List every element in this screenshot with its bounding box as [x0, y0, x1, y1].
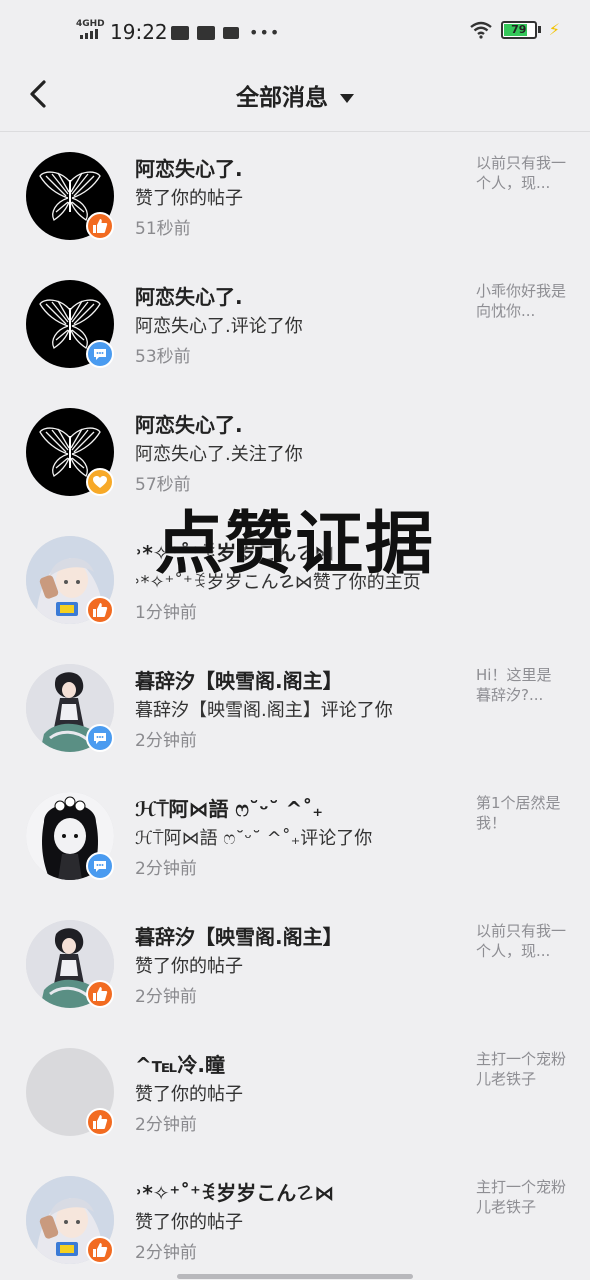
- message-filter-dropdown[interactable]: 全部消息: [0, 78, 590, 112]
- message-item[interactable]: 阿恋失心了. 阿恋失心了.评论了你 53秒前 小乖你好我是向忱你...: [0, 260, 590, 388]
- header: 全部消息: [0, 62, 590, 132]
- thumbs-up-icon: [93, 603, 108, 617]
- comment-badge: [86, 852, 114, 880]
- post-preview[interactable]: 以前只有我一个人，现...: [476, 922, 566, 961]
- thumbs-up-icon: [93, 219, 108, 233]
- heart-icon: [93, 476, 107, 488]
- sender-name[interactable]: ^℡冷.瞳: [135, 1049, 225, 1078]
- sender-name[interactable]: ˒*✧⁺˚⁺ꉂ岁岁こん☡⋈: [135, 1177, 334, 1206]
- message-item[interactable]: ℋ⍑阿⋈語 ෆ˘ᵕ˘ ^˚₊ ℋ⍑阿⋈語 ෆ˘ᵕ˘ ^˚₊评论了你 2分钟前 第1个居…: [0, 772, 590, 900]
- comment-badge: [86, 340, 114, 368]
- message-action: 赞了你的帖子: [135, 1084, 243, 1105]
- message-item[interactable]: 暮辞汐【映雪阁.阁主】赞了你的帖子 2分钟前 以前只有我一个人，现...: [0, 900, 590, 1028]
- message-item[interactable]: ˒*✧⁺˚⁺ꉂ岁岁こん☡⋈ ˒*✧⁺˚⁺ꉂ岁岁こん☡⋈赞了你的主页 1分钟前: [0, 516, 590, 644]
- message-action: 赞了你的帖子: [135, 1212, 243, 1233]
- thumbs-up-icon: [93, 1115, 108, 1129]
- message-time: 57秒前: [135, 475, 191, 495]
- signal-icon: [80, 29, 98, 39]
- message-item[interactable]: 暮辞汐【映雪阁.阁主】暮辞汐【映雪阁.阁主】评论了你 2分钟前 Hi！这里是暮辞汐?…: [0, 644, 590, 772]
- message-action: 阿恋失心了.关注了你: [135, 444, 303, 465]
- network-type: 4GHD: [76, 19, 105, 29]
- home-indicator[interactable]: [177, 1274, 413, 1279]
- follow-badge: [86, 468, 114, 496]
- sender-name[interactable]: ℋ⍑阿⋈語 ෆ˘ᵕ˘ ^˚₊: [135, 793, 323, 822]
- like-badge: [86, 596, 114, 624]
- post-preview[interactable]: 第1个居然是我！: [476, 794, 566, 833]
- caret-down-icon: [340, 94, 354, 103]
- like-badge: [86, 1108, 114, 1136]
- notification-icons: •••: [171, 23, 280, 42]
- like-badge: [86, 980, 114, 1008]
- message-time: 1分钟前: [135, 603, 197, 623]
- sender-name[interactable]: 阿恋失心了.: [135, 281, 243, 310]
- sender-name[interactable]: 暮辞汐【映雪阁.阁主】: [135, 921, 343, 950]
- message-action: 赞了你的帖子: [135, 956, 243, 977]
- sender-name[interactable]: 阿恋失心了.: [135, 409, 243, 438]
- sender-name[interactable]: 阿恋失心了.: [135, 153, 243, 182]
- message-action: 赞了你的帖子: [135, 188, 243, 209]
- battery-cap: [537, 26, 541, 33]
- message-time: 2分钟前: [135, 731, 197, 751]
- post-preview[interactable]: 小乖你好我是向忱你...: [476, 282, 566, 321]
- message-time: 51秒前: [135, 219, 191, 239]
- status-time: 19:22: [110, 20, 168, 44]
- message-list: 阿恋失心了. 赞了你的帖子 51秒前 以前只有我一个人，现... 阿恋失心了. 阿恋失心了…: [0, 132, 590, 1280]
- thumbs-up-icon: [93, 987, 108, 1001]
- message-time: 2分钟前: [135, 1243, 197, 1263]
- status-right: 79 ⚡: [469, 20, 560, 39]
- message-time: 2分钟前: [135, 987, 197, 1007]
- status-bar: 4GHD 19:22 ••• 79 ⚡: [0, 0, 590, 62]
- message-item[interactable]: 阿恋失心了. 赞了你的帖子 51秒前 以前只有我一个人，现...: [0, 132, 590, 260]
- more-notifications-icon: •••: [249, 23, 281, 42]
- like-badge: [86, 1236, 114, 1264]
- message-item[interactable]: ˒*✧⁺˚⁺ꉂ岁岁こん☡⋈ 赞了你的帖子 2分钟前 主打一个宠粉儿老铁子: [0, 1156, 590, 1280]
- comment-icon: [94, 861, 106, 872]
- message-action: 阿恋失心了.评论了你: [135, 316, 303, 337]
- message-time: 2分钟前: [135, 859, 197, 879]
- message-action: 暮辞汐【映雪阁.阁主】评论了你: [135, 700, 393, 721]
- video-play-icon: [197, 25, 215, 40]
- post-preview[interactable]: 以前只有我一个人，现...: [476, 154, 566, 193]
- page-title: 全部消息: [236, 85, 328, 111]
- post-preview[interactable]: Hi！这里是暮辞汐?...: [476, 666, 566, 705]
- comment-icon: [94, 349, 106, 360]
- thumbs-up-icon: [93, 1243, 108, 1257]
- sender-name[interactable]: ˒*✧⁺˚⁺ꉂ岁岁こん☡⋈: [135, 537, 334, 566]
- wifi-icon: [470, 21, 492, 39]
- post-preview[interactable]: 主打一个宠粉儿老铁子: [476, 1178, 566, 1217]
- message-time: 2分钟前: [135, 1115, 197, 1135]
- comment-badge: [86, 724, 114, 752]
- battery-icon: 79: [500, 20, 537, 39]
- message-item[interactable]: 阿恋失心了. 阿恋失心了.关注了你 57秒前: [0, 388, 590, 516]
- sender-name[interactable]: 暮辞汐【映雪阁.阁主】: [135, 665, 343, 694]
- charging-icon: ⚡: [548, 20, 560, 39]
- post-preview[interactable]: 主打一个宠粉儿老铁子: [476, 1050, 566, 1089]
- message-time: 53秒前: [135, 347, 191, 367]
- battery-percent: 79: [511, 22, 527, 36]
- video-camera-icon: [171, 25, 189, 40]
- message-item[interactable]: ^℡冷.瞳赞了你的帖子 2分钟前 主打一个宠粉儿老铁子: [0, 1028, 590, 1156]
- like-badge: [86, 212, 114, 240]
- message-action: ˒*✧⁺˚⁺ꉂ岁岁こん☡⋈赞了你的主页: [135, 572, 421, 593]
- app-notification-icon: [223, 26, 239, 39]
- comment-icon: [94, 733, 106, 744]
- message-action: ℋ⍑阿⋈語 ෆ˘ᵕ˘ ^˚₊评论了你: [135, 828, 373, 849]
